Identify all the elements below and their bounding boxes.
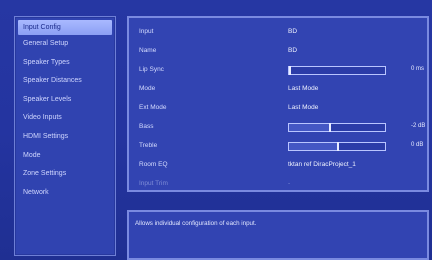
- menu-item-mode[interactable]: Mode: [15, 147, 115, 166]
- menu-item-video-inputs[interactable]: Video Inputs: [15, 109, 115, 128]
- menu-item-input-config[interactable]: Input Config: [18, 20, 112, 35]
- input-trim-row: Input Trim -: [129, 176, 427, 195]
- lip-sync-slider[interactable]: [288, 66, 386, 75]
- input-value[interactable]: BD: [288, 28, 297, 35]
- bass-label: Bass: [139, 123, 154, 130]
- help-box: Allows individual configuration of each …: [127, 210, 429, 260]
- ext-mode-value[interactable]: Last Mode: [288, 104, 318, 111]
- mode-value[interactable]: Last Mode: [288, 85, 318, 92]
- ext-mode-row[interactable]: Ext Mode Last Mode: [129, 100, 427, 119]
- menu-item-general-setup[interactable]: General Setup: [15, 35, 115, 54]
- input-trim-value: -: [288, 180, 291, 187]
- menu-item-network[interactable]: Network: [15, 184, 115, 203]
- settings-menu: Input Config General Setup Speaker Types…: [14, 16, 116, 256]
- room-eq-row[interactable]: Room EQ tktan ref DiracProject_1: [129, 157, 427, 176]
- input-trim-label: Input Trim: [139, 180, 168, 187]
- lip-sync-row[interactable]: Lip Sync 0 ms: [129, 62, 427, 81]
- input-config-panel: Input BD Name BD Lip Sync 0 ms Mode Last…: [127, 16, 429, 192]
- screen: Input Config General Setup Speaker Types…: [0, 0, 432, 260]
- room-eq-value[interactable]: tktan ref DiracProject_1: [288, 161, 356, 168]
- input-row[interactable]: Input BD: [129, 24, 427, 43]
- bass-fill: [289, 124, 329, 131]
- mode-label: Mode: [139, 85, 156, 92]
- room-eq-label: Room EQ: [139, 161, 168, 168]
- menu-item-speaker-levels[interactable]: Speaker Levels: [15, 91, 115, 110]
- menu-item-hdmi-settings[interactable]: HDMI Settings: [15, 128, 115, 147]
- name-row[interactable]: Name BD: [129, 43, 427, 62]
- menu-item-zone-settings[interactable]: Zone Settings: [15, 165, 115, 184]
- name-value[interactable]: BD: [288, 47, 297, 54]
- treble-slider[interactable]: [288, 142, 386, 151]
- name-label: Name: [139, 47, 157, 54]
- treble-row[interactable]: Treble 0 dB: [129, 138, 427, 157]
- treble-value: 0 dB: [411, 142, 424, 148]
- bass-thumb[interactable]: [329, 123, 331, 132]
- menu-item-speaker-types[interactable]: Speaker Types: [15, 54, 115, 73]
- treble-fill: [289, 143, 337, 150]
- input-label: Input: [139, 28, 154, 35]
- menu-item-speaker-distances[interactable]: Speaker Distances: [15, 72, 115, 91]
- bass-slider[interactable]: [288, 123, 386, 132]
- bass-row[interactable]: Bass -2 dB: [129, 119, 427, 138]
- ext-mode-label: Ext Mode: [139, 104, 167, 111]
- treble-label: Treble: [139, 142, 158, 149]
- mode-row[interactable]: Mode Last Mode: [129, 81, 427, 100]
- lip-sync-value: 0 ms: [411, 66, 425, 72]
- treble-thumb[interactable]: [337, 142, 339, 151]
- lip-sync-thumb[interactable]: [289, 66, 291, 75]
- help-text: Allows individual configuration of each …: [135, 220, 257, 227]
- bass-value: -2 dB: [411, 123, 426, 129]
- lip-sync-label: Lip Sync: [139, 66, 164, 73]
